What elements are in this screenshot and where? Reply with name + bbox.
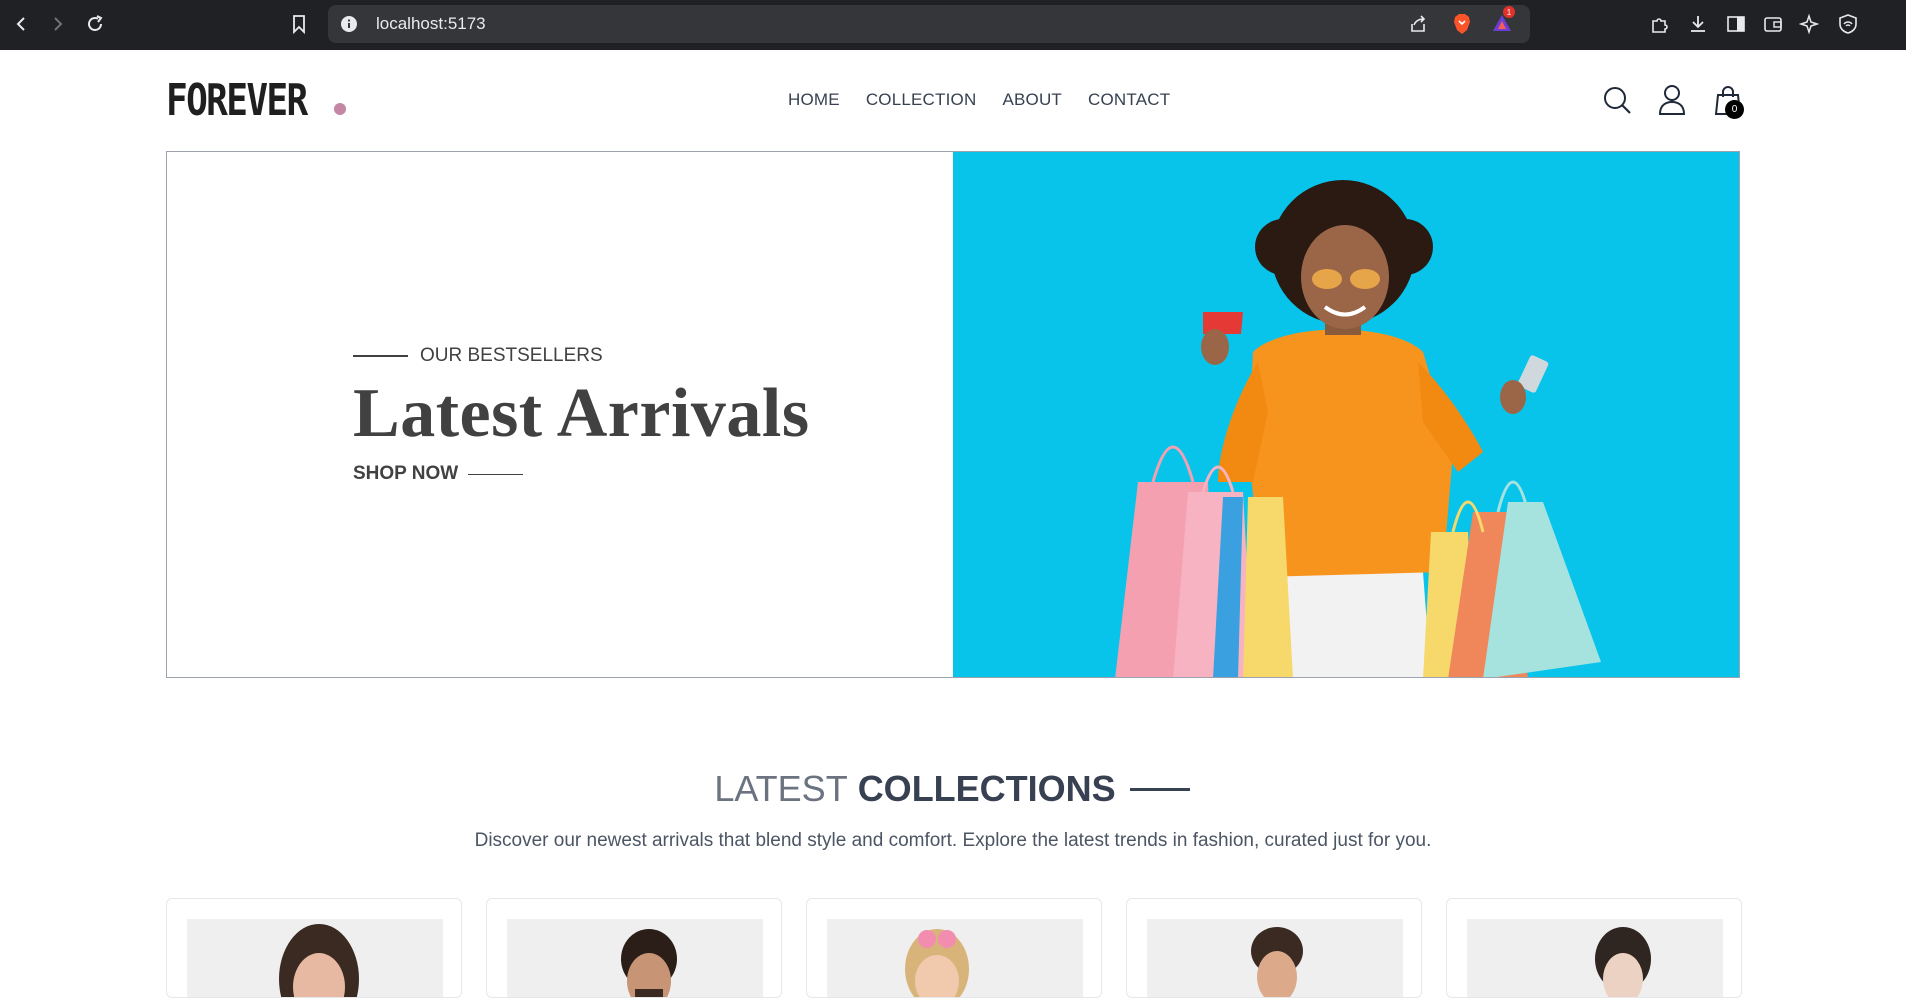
hero-title: Latest Arrivals	[353, 375, 810, 452]
shop-now-button[interactable]: SHOP NOW	[353, 463, 524, 485]
bookmark-icon[interactable]	[286, 11, 312, 37]
wallet-icon[interactable]	[1761, 12, 1785, 36]
nav-home[interactable]: HOME	[788, 90, 840, 110]
nav-contact[interactable]: CONTACT	[1088, 90, 1170, 110]
vpn-icon[interactable]	[1836, 12, 1860, 36]
section-description: Discover our newest arrivals that blend …	[474, 830, 1432, 851]
nav-about[interactable]: ABOUT	[1002, 90, 1062, 110]
site-info-icon[interactable]	[340, 15, 358, 33]
product-grid	[166, 898, 1742, 998]
forward-icon[interactable]	[45, 11, 71, 37]
brave-shield-icon[interactable]	[1450, 12, 1474, 36]
rewards-icon[interactable]: 1	[1490, 6, 1515, 35]
shop-now-line	[468, 473, 524, 475]
product-card[interactable]	[486, 898, 782, 998]
section-title-bold: COLLECTIONS	[857, 768, 1116, 809]
site-logo[interactable]: FOREVER	[166, 73, 346, 126]
hero-image	[953, 152, 1739, 677]
section-title-line	[1129, 787, 1190, 791]
product-image	[507, 919, 763, 997]
nav-collection[interactable]: COLLECTION	[866, 90, 977, 110]
product-card[interactable]	[1446, 898, 1742, 998]
url-text: localhost:5173	[376, 14, 486, 33]
search-icon[interactable]	[1601, 84, 1633, 116]
rewards-badge: 1	[1503, 6, 1515, 18]
product-card[interactable]	[166, 898, 462, 998]
logo-text: FOREVER	[166, 75, 308, 126]
hero-banner: OUR BESTSELLERS Latest Arrivals SHOP NOW	[166, 151, 1740, 678]
cart-count-badge: 0	[1725, 100, 1744, 119]
product-image	[187, 919, 443, 997]
product-image	[827, 919, 1083, 997]
logo-dot	[334, 103, 346, 115]
leo-ai-icon[interactable]	[1798, 12, 1822, 36]
extensions-icon[interactable]	[1648, 12, 1672, 36]
section-title-light: LATEST	[714, 768, 848, 809]
product-card[interactable]	[806, 898, 1102, 998]
back-icon[interactable]	[8, 11, 34, 37]
share-icon[interactable]	[1406, 12, 1430, 36]
section-title: LATEST COLLECTIONS	[0, 768, 1906, 810]
address-bar[interactable]: localhost:5173 1	[328, 5, 1530, 43]
eyebrow-line	[353, 355, 408, 357]
reload-icon[interactable]	[82, 11, 108, 37]
product-image	[1147, 919, 1403, 997]
browser-toolbar: localhost:5173 1	[0, 0, 1906, 50]
product-card[interactable]	[1126, 898, 1422, 998]
download-icon[interactable]	[1686, 12, 1710, 36]
product-image	[1467, 919, 1723, 997]
profile-icon[interactable]	[1656, 84, 1688, 116]
main-nav: HOME COLLECTION ABOUT CONTACT	[788, 90, 1170, 110]
hero-text-panel: OUR BESTSELLERS Latest Arrivals SHOP NOW	[167, 152, 953, 677]
hero-eyebrow: OUR BESTSELLERS	[353, 345, 603, 367]
hero-illustration	[953, 152, 1739, 677]
sidebar-icon[interactable]	[1724, 12, 1748, 36]
shop-now-label: SHOP NOW	[353, 463, 459, 484]
eyebrow-text: OUR BESTSELLERS	[420, 345, 603, 366]
